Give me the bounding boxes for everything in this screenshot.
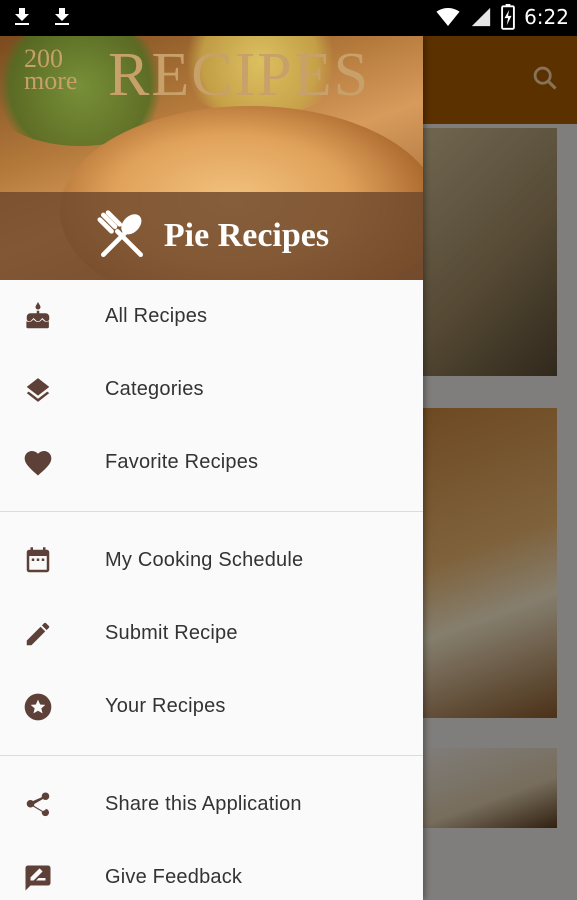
menu-item-categories[interactable]: Categories (0, 353, 423, 426)
navigation-drawer: 200 more RECIPES Pie Recipes All Recipes (0, 36, 423, 900)
menu-divider (0, 511, 423, 512)
heart-icon (22, 447, 54, 479)
drawer-menu: All Recipes Categories Favorite Recipes … (0, 280, 423, 900)
fork-spoon-icon (97, 210, 143, 257)
status-bar: 6:22 (0, 0, 577, 36)
menu-item-submit-recipe[interactable]: Submit Recipe (0, 597, 423, 670)
share-icon (22, 789, 54, 821)
menu-item-label: Share this Application (105, 793, 302, 815)
drawer-header: 200 more RECIPES Pie Recipes (0, 36, 423, 280)
menu-item-favorite-recipes[interactable]: Favorite Recipes (0, 426, 423, 499)
download-icon (55, 8, 69, 25)
menu-item-label: Favorite Recipes (105, 451, 259, 473)
menu-item-your-recipes[interactable]: Your Recipes (0, 670, 423, 743)
clock: 6:22 (524, 5, 569, 29)
calendar-icon (22, 545, 54, 577)
drawer-title: Pie Recipes (163, 217, 330, 254)
battery-icon (501, 4, 515, 30)
menu-item-label: My Cooking Schedule (105, 549, 304, 571)
star-icon (22, 691, 54, 723)
menu-divider (0, 755, 423, 756)
layers-icon (22, 374, 54, 406)
menu-item-all-recipes[interactable]: All Recipes (0, 280, 423, 353)
signal-icon (471, 7, 491, 27)
feedback-icon (22, 862, 54, 894)
menu-item-label: All Recipes (105, 305, 208, 327)
menu-item-share-application[interactable]: Share this Application (0, 768, 423, 841)
menu-item-give-feedback[interactable]: Give Feedback (0, 841, 423, 900)
menu-item-label: Submit Recipe (105, 622, 238, 644)
download-icon (15, 8, 29, 25)
header-title-band: Pie Recipes (0, 192, 423, 280)
menu-item-label: Give Feedback (105, 866, 243, 888)
wifi-icon (436, 8, 460, 26)
menu-item-label: Categories (105, 378, 204, 400)
pencil-icon (22, 618, 54, 650)
menu-item-cooking-schedule[interactable]: My Cooking Schedule (0, 524, 423, 597)
cake-icon (22, 301, 54, 333)
menu-item-label: Your Recipes (105, 695, 226, 717)
